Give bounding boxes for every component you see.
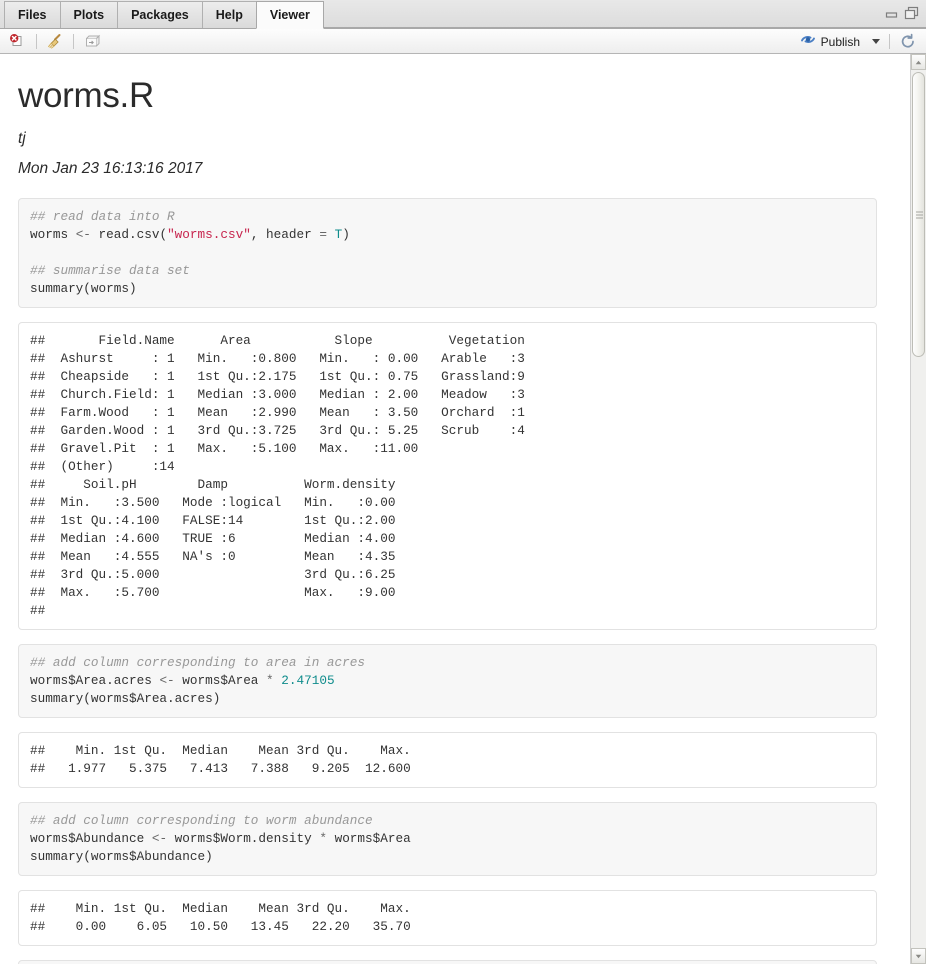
code-token: summary(worms$Abundance) [30,849,213,864]
tab-plots[interactable]: Plots [59,1,118,28]
code-comment: ## summarise data set [30,263,190,278]
code-token: worms$Worm.density [174,831,320,846]
code-comment: ## read data into R [30,209,175,224]
toolbar-right-group: Publish [797,29,920,54]
tab-packages[interactable]: Packages [117,1,202,28]
code-token: read.csv( [98,227,168,242]
code-operator: <- [159,673,183,688]
code-token: worms$Area [182,673,267,688]
viewer-toolbar: Publish [0,29,926,54]
code-chunk-3: ## add column corresponding to worm abun… [18,802,877,876]
chevron-down-icon[interactable] [872,39,880,44]
maximize-icon[interactable] [904,6,920,20]
refresh-icon[interactable] [896,32,920,52]
code-string: "worms.csv" [167,227,251,242]
vertical-scrollbar[interactable] [910,54,926,964]
rmarkdown-document: worms.R tj Mon Jan 23 16:13:16 2017 ## r… [0,54,895,964]
tab-bar-filler [323,1,926,28]
scroll-up-arrow-icon[interactable] [911,54,926,70]
code-token: , header [250,227,320,242]
code-token: worms$Area.acres [30,673,160,688]
pane-tab-bar: Files Plots Packages Help Viewer [0,0,926,29]
scroll-down-arrow-icon[interactable] [911,948,926,964]
tab-help[interactable]: Help [201,1,256,28]
rstudio-viewer-pane: Files Plots Packages Help Viewer Publish… [0,0,926,965]
code-token: worms [30,227,76,242]
export-window-icon[interactable] [80,31,104,51]
code-operator: * [266,673,282,688]
document-date: Mon Jan 23 16:13:16 2017 [18,160,203,177]
code-chunk-4: ## plot histograms for worm density and … [18,960,877,964]
code-comment: ## add column corresponding to area in a… [30,655,366,670]
code-token: worms$Abundance [30,831,152,846]
code-token: summary(worms$Area.acres) [30,691,221,706]
viewer-content-area: worms.R tj Mon Jan 23 16:13:16 2017 ## r… [0,54,926,964]
minimize-icon[interactable] [885,7,899,20]
output-block-1: ## Field.Name Area Slope Vegetation ## A… [18,322,877,630]
code-token: summary(worms) [30,281,137,296]
code-token: ) [342,227,350,242]
code-operator: = [319,227,335,242]
code-chunk-2: ## add column corresponding to area in a… [18,644,877,718]
code-number: 2.47105 [281,673,335,688]
toolbar-separator-1 [36,33,37,49]
scroll-thumb[interactable] [912,72,925,357]
code-operator: <- [151,831,175,846]
code-operator: * [319,831,335,846]
scroll-thumb-grip [916,211,923,218]
output-block-2: ## Min. 1st Qu. Median Mean 3rd Qu. Max.… [18,732,877,788]
code-token: worms$Area [334,831,411,846]
toolbar-separator-2 [73,33,74,49]
window-controls [885,6,920,20]
publish-label: Publish [820,34,860,49]
publish-button[interactable]: Publish [797,31,864,53]
tab-files[interactable]: Files [4,1,60,28]
toolbar-left-group [6,31,104,51]
code-chunk-1: ## read data into R worms <- read.csv("w… [18,198,877,308]
broom-clear-icon[interactable] [43,31,67,51]
publish-swirl-icon [800,32,816,52]
page-title: worms.R [18,76,154,115]
document-author: tj [18,130,26,147]
toolbar-separator-3 [889,34,890,49]
code-operator: <- [75,227,99,242]
output-block-3: ## Min. 1st Qu. Median Mean 3rd Qu. Max.… [18,890,877,946]
code-comment: ## add column corresponding to worm abun… [30,813,373,828]
remove-page-icon[interactable] [6,31,30,51]
tab-viewer[interactable]: Viewer [255,1,324,29]
